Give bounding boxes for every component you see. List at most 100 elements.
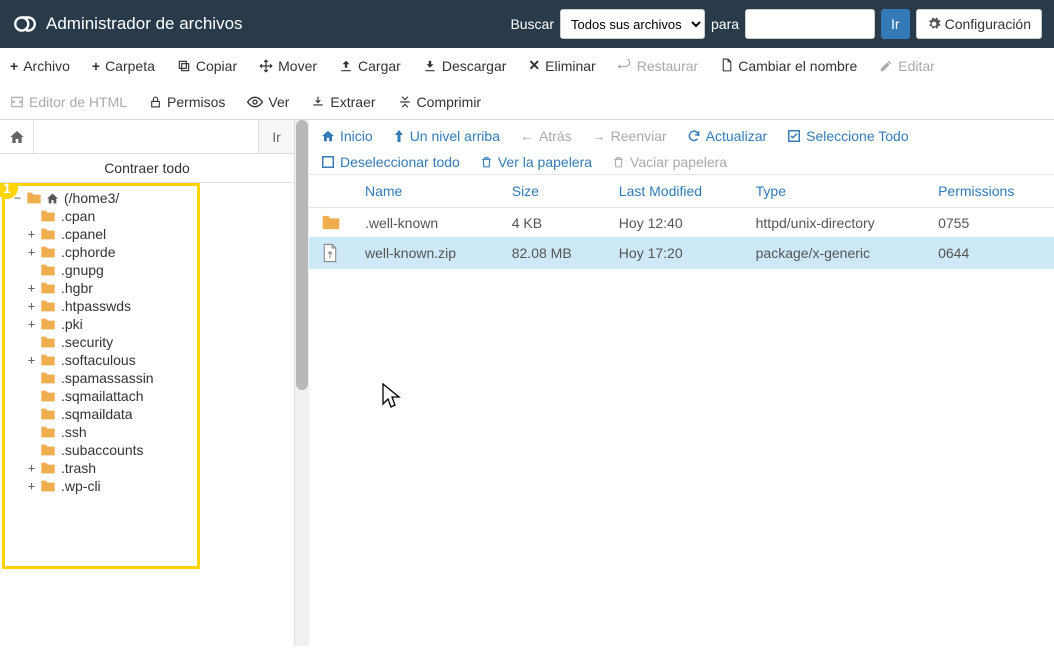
tree-node[interactable]: +.wp-cli	[26, 477, 288, 495]
folder-icon	[40, 227, 56, 241]
main-area: Ir Contraer todo 1 − (/home3/ .cpan+.cpa…	[0, 120, 1054, 646]
expand-icon[interactable]: +	[26, 299, 37, 313]
header-right: Buscar Todos sus archivos para Ir Config…	[510, 9, 1042, 39]
upload-icon	[339, 59, 353, 73]
upload-button[interactable]: Cargar	[339, 54, 401, 77]
tree-node[interactable]: .subaccounts	[26, 441, 288, 459]
col-name[interactable]: Name	[353, 175, 500, 208]
deselect-all-link[interactable]: Deseleccionar todo	[321, 154, 460, 170]
tree-node-label: .pki	[61, 316, 83, 332]
action-bar: Inicio Un nivel arriba ←Atrás →Reenviar …	[309, 120, 1054, 175]
file-icon	[321, 243, 341, 263]
tree-node-label: .ssh	[61, 424, 87, 440]
tree-node[interactable]: +.trash	[26, 459, 288, 477]
tree-node[interactable]: +.hgbr	[26, 279, 288, 297]
cell-name: .well-known	[353, 208, 500, 238]
download-button[interactable]: Descargar	[423, 54, 507, 77]
home-link[interactable]: Inicio	[321, 128, 373, 144]
home-icon	[46, 192, 59, 205]
col-modified[interactable]: Last Modified	[607, 175, 744, 208]
expand-icon[interactable]: +	[26, 461, 37, 475]
path-input[interactable]	[34, 120, 258, 153]
tree-node[interactable]: + .htpasswds	[26, 297, 288, 315]
cell-modified: Hoy 12:40	[607, 208, 744, 238]
folder-button[interactable]: +Carpeta	[92, 54, 155, 77]
arrow-left-icon: ←	[520, 128, 534, 144]
tree-node[interactable]: .spamassassin	[26, 369, 288, 387]
tree-root-label: (/home3/	[64, 190, 119, 206]
folder-icon	[40, 389, 56, 403]
download-icon	[423, 59, 437, 73]
expand-icon[interactable]: +	[26, 281, 37, 295]
file-button[interactable]: +Archivo	[10, 54, 70, 77]
col-type[interactable]: Type	[744, 175, 926, 208]
scrollbar-thumb[interactable]	[296, 120, 308, 390]
expand-icon[interactable]: +	[26, 245, 37, 259]
tree-node-label: .gnupg	[61, 262, 104, 278]
tree-node[interactable]: .ssh	[26, 423, 288, 441]
home-path-button[interactable]	[0, 120, 34, 153]
search-go-button[interactable]: Ir	[881, 9, 910, 39]
header: Administrador de archivos Buscar Todos s…	[0, 0, 1054, 48]
file-table: Name Size Last Modified Type Permissions…	[309, 175, 1054, 269]
tree-node[interactable]: +.cpanel	[26, 225, 288, 243]
col-icon[interactable]	[309, 175, 353, 208]
tree-root[interactable]: − (/home3/	[12, 189, 288, 207]
tree-node[interactable]: .cpan	[26, 207, 288, 225]
select-all-link[interactable]: Seleccione Todo	[787, 128, 908, 144]
col-size[interactable]: Size	[500, 175, 607, 208]
folder-tree: − (/home3/ .cpan+.cpanel+.cphorde.gnupg+…	[0, 183, 294, 501]
tree-wrap: 1 − (/home3/ .cpan+.cpanel+.cphorde.gnup…	[0, 183, 294, 646]
compress-button[interactable]: Comprimir	[398, 91, 482, 113]
app-title: Administrador de archivos	[46, 14, 243, 34]
up-one-level-link[interactable]: Un nivel arriba	[393, 128, 500, 144]
tree-node-label: .spamassassin	[61, 370, 154, 386]
delete-button[interactable]: ✕Eliminar	[528, 54, 595, 77]
back-link: ←Atrás	[520, 128, 572, 144]
search-scope-select[interactable]: Todos sus archivos	[560, 9, 705, 39]
path-go-button[interactable]: Ir	[258, 120, 294, 153]
cell-perms: 0755	[926, 208, 1054, 238]
view-trash-link[interactable]: Ver la papelera	[480, 154, 592, 170]
search-input[interactable]	[745, 9, 875, 39]
content: Inicio Un nivel arriba ←Atrás →Reenviar …	[295, 120, 1054, 646]
settings-button[interactable]: Configuración	[916, 9, 1042, 39]
expand-icon[interactable]: +	[26, 479, 37, 493]
table-row[interactable]: .well-known4 KBHoy 12:40httpd/unix-direc…	[309, 208, 1054, 238]
view-button[interactable]: Ver	[247, 91, 289, 113]
tree-node[interactable]: .sqmailattach	[26, 387, 288, 405]
eye-icon	[247, 96, 263, 108]
tree-node[interactable]: .gnupg	[26, 261, 288, 279]
cell-size: 4 KB	[500, 208, 607, 238]
copy-button[interactable]: Copiar	[177, 54, 237, 77]
extract-button[interactable]: Extraer	[311, 91, 375, 113]
rename-button[interactable]: Cambiar el nombre	[720, 54, 857, 77]
expand-icon[interactable]: +	[26, 353, 37, 367]
permissions-button[interactable]: Permisos	[149, 91, 225, 113]
folder-icon	[40, 209, 56, 223]
x-icon: ✕	[528, 57, 540, 74]
tree-node-label: .htpasswds	[61, 298, 131, 314]
expand-icon[interactable]: +	[26, 227, 37, 241]
plus-icon: +	[92, 58, 100, 74]
tree-node[interactable]: + .pki	[26, 315, 288, 333]
restore-button: Restaurar	[618, 54, 698, 77]
folder-icon	[40, 407, 56, 421]
tree-node[interactable]: +.softaculous	[26, 351, 288, 369]
table-row[interactable]: well-known.zip82.08 MBHoy 17:20package/x…	[309, 237, 1054, 269]
col-perms[interactable]: Permissions	[926, 175, 1054, 208]
tree-node[interactable]: .security	[26, 333, 288, 351]
collapse-all-button[interactable]: Contraer todo	[0, 154, 294, 183]
reload-link[interactable]: Actualizar	[687, 128, 767, 144]
tree-node[interactable]: .sqmaildata	[26, 405, 288, 423]
expand-icon[interactable]: +	[26, 317, 37, 331]
cell-name: well-known.zip	[353, 237, 500, 269]
cell-type: httpd/unix-directory	[744, 208, 926, 238]
scrollbar[interactable]	[295, 120, 309, 646]
move-button[interactable]: Mover	[259, 54, 317, 77]
folder-icon	[40, 245, 56, 259]
tree-node[interactable]: +.cphorde	[26, 243, 288, 261]
folder-icon	[26, 191, 42, 205]
folder-icon	[321, 214, 341, 231]
cell-size: 82.08 MB	[500, 237, 607, 269]
